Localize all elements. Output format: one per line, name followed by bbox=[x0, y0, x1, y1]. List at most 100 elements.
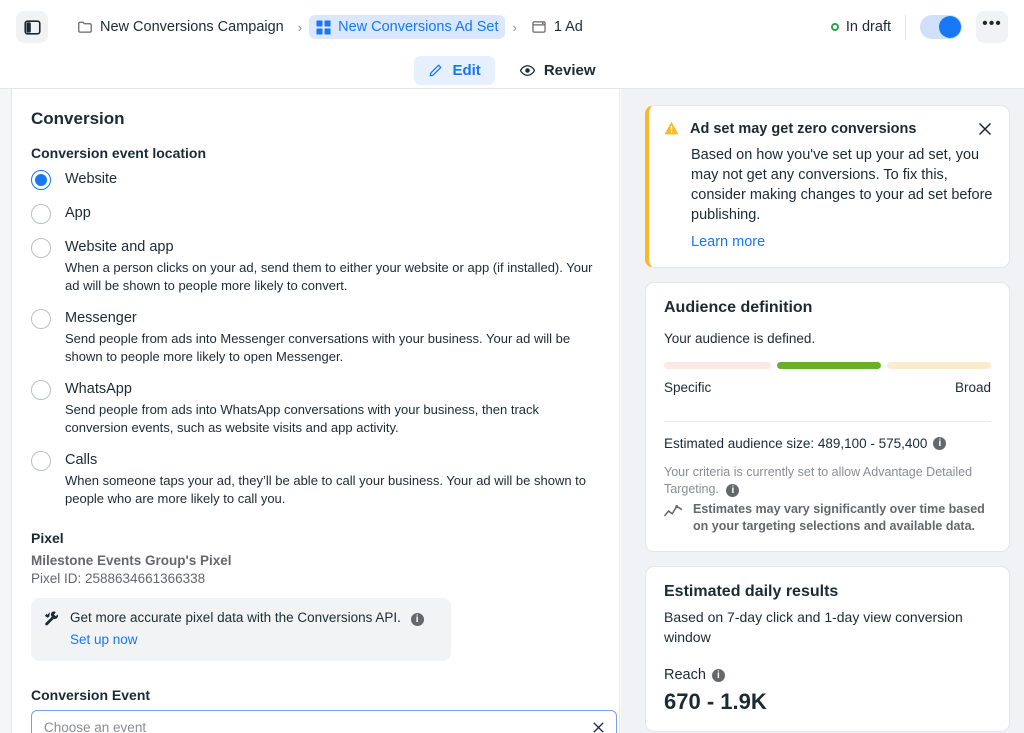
estimated-daily-results-subtitle: Based on 7-day click and 1-day view conv… bbox=[664, 609, 963, 645]
estimates-vary-note: Estimates may vary significantly over ti… bbox=[664, 501, 991, 535]
close-warning-button[interactable] bbox=[977, 121, 993, 137]
pixel-section: Pixel Milestone Events Group's Pixel Pix… bbox=[31, 530, 595, 586]
advantage-targeting-text: Your criteria is currently set to allow … bbox=[664, 465, 973, 496]
status-dot-icon bbox=[830, 23, 839, 31]
radio-option-calls[interactable]: Calls When someone taps your ad, they’ll… bbox=[31, 449, 595, 518]
page-title: Conversion bbox=[31, 109, 125, 128]
estimated-daily-results-title: Estimated daily results bbox=[664, 583, 839, 600]
reach-value: 670 - 1.9K bbox=[664, 689, 767, 714]
warning-learn-more-link[interactable]: Learn more bbox=[691, 234, 765, 250]
radio-body: WhatsApp Send people from ads into Whats… bbox=[65, 378, 595, 447]
info-icon[interactable]: i bbox=[726, 484, 740, 497]
radio-body: Messenger Send people from ads into Mess… bbox=[65, 307, 595, 376]
top-header: New Conversions Campaign › New Conversio… bbox=[0, 0, 1024, 54]
more-options-button[interactable]: ••• bbox=[976, 11, 1008, 43]
radio-icon[interactable] bbox=[31, 204, 51, 224]
reach-label-row: Reach i bbox=[664, 667, 991, 683]
breadcrumb: New Conversions Campaign › New Conversio… bbox=[70, 15, 590, 39]
grid-icon bbox=[316, 19, 331, 35]
meter-segment-specific bbox=[664, 362, 772, 369]
conversions-api-banner: Get more accurate pixel data with the Co… bbox=[31, 598, 451, 661]
radio-body: Website bbox=[65, 168, 117, 200]
breadcrumb-item-adset[interactable]: New Conversions Ad Set bbox=[309, 15, 506, 39]
info-icon[interactable]: i bbox=[711, 668, 725, 682]
trend-line-icon bbox=[664, 505, 683, 517]
radio-description: When someone taps your ad, they’ll be ab… bbox=[65, 473, 587, 506]
wrench-tools-icon bbox=[44, 611, 58, 626]
warning-triangle-icon bbox=[664, 121, 679, 135]
meter-label-specific: Specific bbox=[664, 380, 712, 395]
radio-label: Website bbox=[65, 171, 118, 187]
radio-icon[interactable] bbox=[31, 170, 51, 190]
breadcrumb-label: New Conversions Campaign bbox=[100, 19, 284, 35]
adset-active-toggle[interactable] bbox=[920, 15, 962, 39]
advantage-targeting-note: Your criteria is currently set to allow … bbox=[664, 464, 991, 498]
tab-edit[interactable]: Edit bbox=[414, 55, 495, 85]
radio-icon[interactable] bbox=[31, 238, 51, 258]
estimated-audience-size: Estimated audience size: 489,100 - 575,4… bbox=[664, 436, 991, 451]
breadcrumb-label: 1 Ad bbox=[553, 19, 583, 35]
close-icon bbox=[978, 122, 992, 135]
warning-title: Ad set may get zero conversions bbox=[690, 120, 917, 137]
radio-option-whatsapp[interactable]: WhatsApp Send people from ads into Whats… bbox=[31, 378, 595, 447]
info-icon[interactable]: i bbox=[410, 613, 424, 626]
audience-meter-labels: Specific Broad bbox=[664, 380, 991, 395]
toggle-knob bbox=[939, 16, 961, 38]
sidebar-panel-icon bbox=[23, 19, 41, 35]
zero-conversions-warning-card: Ad set may get zero conversions Based on… bbox=[645, 105, 1010, 268]
meter-segment-broad bbox=[887, 362, 991, 369]
breadcrumb-separator: › bbox=[512, 19, 517, 35]
warning-header: Ad set may get zero conversions bbox=[663, 120, 993, 137]
conversion-event-placeholder: Choose an event bbox=[44, 719, 147, 733]
ads-manager-page: New Conversions Campaign › New Conversio… bbox=[0, 0, 1024, 733]
audience-definition-title: Audience definition bbox=[664, 299, 813, 316]
radio-icon[interactable] bbox=[31, 451, 51, 471]
view-mode-tabs: Edit Review bbox=[0, 52, 1024, 88]
estimated-audience-size-text: Estimated audience size: 489,100 - 575,4… bbox=[664, 436, 928, 451]
conversion-event-label: Conversion Event bbox=[31, 687, 151, 703]
pixel-label: Pixel bbox=[31, 530, 64, 546]
radio-option-messenger[interactable]: Messenger Send people from ads into Mess… bbox=[31, 307, 595, 376]
breadcrumb-item-ad[interactable]: 1 Ad bbox=[524, 15, 590, 39]
breadcrumb-separator: › bbox=[297, 19, 303, 35]
breadcrumb-label: New Conversions Ad Set bbox=[338, 19, 499, 35]
header-divider bbox=[905, 15, 906, 39]
estimates-vary-text: Estimates may vary significantly over ti… bbox=[693, 502, 985, 533]
status-badge: In draft bbox=[830, 19, 891, 35]
meter-label-broad: Broad bbox=[954, 380, 991, 395]
conversion-event-location-label: Conversion event location bbox=[31, 145, 207, 161]
radio-label: Messenger bbox=[65, 310, 137, 326]
panel-toggle-button[interactable] bbox=[16, 11, 48, 43]
conversion-event-select[interactable]: Choose an event bbox=[31, 710, 617, 733]
tab-label: Review bbox=[543, 61, 596, 79]
capi-setup-link[interactable]: Set up now bbox=[70, 630, 138, 649]
capi-message: Get more accurate pixel data with the Co… bbox=[70, 610, 401, 625]
status-label: In draft bbox=[845, 19, 891, 35]
conversion-settings-panel: Conversion Conversion event location Web… bbox=[13, 89, 620, 733]
radio-icon[interactable] bbox=[31, 380, 51, 400]
insights-panel: Ad set may get zero conversions Based on… bbox=[621, 89, 1024, 733]
tab-review[interactable]: Review bbox=[505, 56, 610, 85]
folder-icon bbox=[78, 21, 92, 33]
collapsed-nav-strip bbox=[0, 89, 12, 733]
pixel-name: Milestone Events Group's Pixel bbox=[31, 553, 232, 568]
radio-option-website-and-app[interactable]: Website and app When a person clicks on … bbox=[31, 236, 595, 305]
clear-icon[interactable] bbox=[591, 720, 606, 733]
pixel-id: Pixel ID: 2588634661366338 bbox=[31, 571, 206, 586]
capi-text-block: Get more accurate pixel data with the Co… bbox=[70, 608, 424, 649]
audience-definition-subtitle: Your audience is defined. bbox=[664, 331, 816, 346]
info-icon[interactable]: i bbox=[933, 437, 947, 450]
card-divider bbox=[664, 421, 991, 422]
radio-description: When a person clicks on your ad, send th… bbox=[65, 260, 593, 293]
breadcrumb-item-campaign[interactable]: New Conversions Campaign bbox=[70, 15, 291, 39]
radio-option-app[interactable]: App bbox=[31, 202, 595, 234]
radio-label: App bbox=[65, 205, 91, 221]
eye-icon bbox=[519, 64, 535, 76]
radio-option-website[interactable]: Website bbox=[31, 168, 595, 200]
radio-icon[interactable] bbox=[31, 309, 51, 329]
radio-body: Website and app When a person clicks on … bbox=[65, 236, 595, 305]
radio-label: Website and app bbox=[65, 239, 174, 255]
reach-label: Reach bbox=[664, 667, 706, 683]
radio-label: WhatsApp bbox=[65, 381, 132, 397]
audience-meter bbox=[664, 362, 991, 369]
